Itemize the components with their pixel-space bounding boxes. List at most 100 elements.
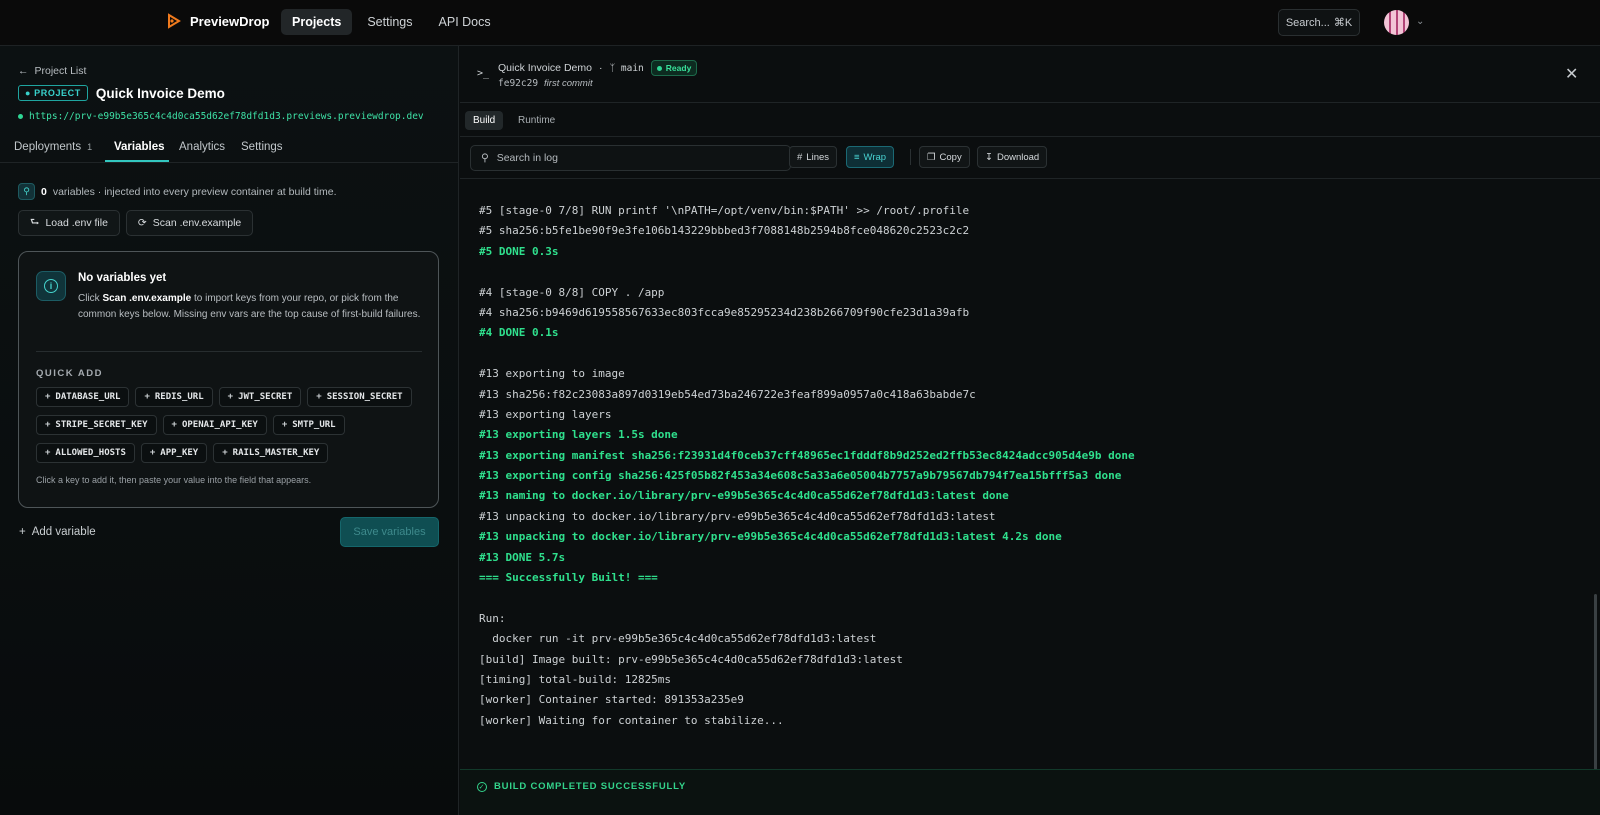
info-icon: i: [36, 271, 66, 301]
key-icon: ⚲: [18, 183, 35, 200]
plus-icon: +: [149, 448, 156, 458]
toolbar-divider: [910, 149, 911, 165]
download-button[interactable]: ↧ Download: [977, 146, 1048, 168]
plus-icon: +: [45, 420, 51, 430]
nav-projects[interactable]: Projects: [281, 9, 353, 35]
upload-icon: ⮑: [30, 216, 40, 228]
wrap-toggle[interactable]: ≡ Wrap: [846, 146, 895, 168]
scan-env-button[interactable]: ⟳ Scan .env.example: [125, 210, 254, 236]
empty-title: No variables yet: [78, 272, 167, 284]
quick-add-chips: + DATABASE_URL + REDIS_URL + JWT_SECRET + SE…: [36, 387, 426, 463]
quick-add-chip[interactable]: + APP_KEY: [140, 443, 208, 463]
project-panel: ← Project List ● PROJECT Quick Invoice D…: [0, 46, 459, 815]
quick-add-chip[interactable]: + STRIPE_SECRET_KEY: [36, 415, 157, 435]
terminal-icon: >_: [477, 68, 490, 79]
log-scrollbar[interactable]: [1594, 594, 1597, 770]
chevron-down-icon[interactable]: ⌄: [1416, 16, 1424, 27]
log-line: docker run -it prv-e99b5e365c4c4d0ca55d6…: [479, 632, 877, 646]
log-line: #5 DONE 0.3s: [479, 244, 559, 258]
variables-info: variables · injected into every preview …: [52, 185, 337, 198]
live-dot-icon: [18, 114, 23, 119]
lines-toggle[interactable]: # Lines: [789, 146, 838, 168]
quick-add-chip[interactable]: + JWT_SECRET: [218, 387, 302, 407]
log-line: Run:: [479, 611, 506, 625]
log-line: #13 unpacking to docker.io/library/prv-e…: [479, 509, 996, 523]
tab-settings[interactable]: Settings: [241, 141, 283, 153]
close-icon[interactable]: ✕: [1565, 64, 1578, 84]
search-label: Search...: [1285, 16, 1330, 29]
quick-add-hint: Click a key to add it, then paste your v…: [36, 475, 312, 485]
log-line: [build] Image built: prv-e99b5e365c4c4d0…: [479, 652, 903, 666]
branch-label: ᛉ main: [609, 62, 644, 74]
quick-add-chip[interactable]: + SESSION_SECRET: [307, 387, 412, 407]
log-line: #4 DONE 0.1s: [479, 326, 559, 340]
plus-icon: +: [227, 392, 234, 402]
log-line: #13 exporting layers: [479, 407, 612, 421]
plus-icon: +: [45, 448, 51, 458]
log-line: #13 exporting manifest sha256:f23931d4f0…: [479, 448, 1135, 462]
quick-add-chip[interactable]: + DATABASE_URL: [36, 387, 130, 407]
quick-add-chip[interactable]: + REDIS_URL: [135, 387, 213, 407]
avatar[interactable]: [1384, 10, 1409, 35]
commit-hash: fe92c29: [498, 78, 539, 89]
add-variable-button[interactable]: + Add variable: [19, 526, 96, 538]
tab-deployments[interactable]: Deployments 1: [14, 141, 92, 153]
copy-button[interactable]: ❐ Copy: [919, 146, 970, 168]
project-badge: ● PROJECT: [18, 85, 88, 101]
nav-settings[interactable]: Settings: [356, 9, 423, 35]
log-line: #5 [stage-0 7/8] RUN printf '\nPATH=/opt…: [479, 204, 970, 217]
log-line: [timing] total-build: 12825ms: [479, 672, 672, 686]
project-tabs: Deployments 1 Variables Analytics Setting…: [0, 133, 459, 163]
deployment-title-row: Quick Invoice Demo · ᛉ main Ready: [498, 60, 698, 76]
quick-add-chip[interactable]: + ALLOWED_HOSTS: [36, 443, 135, 463]
quick-add-chip[interactable]: + SMTP_URL: [272, 415, 345, 435]
load-env-button[interactable]: ⮑ Load .env file: [18, 210, 120, 236]
log-line: === Successfully Built! ===: [479, 571, 658, 585]
log-tabs: Build Runtime: [460, 103, 1600, 137]
tab-runtime[interactable]: Runtime: [510, 111, 563, 130]
git-branch-icon: ᛉ: [609, 62, 616, 74]
tab-analytics[interactable]: Analytics: [179, 141, 225, 153]
commit-message: first commit: [544, 78, 593, 89]
log-header: >_ Quick Invoice Demo · ᛉ main Ready fe9…: [460, 46, 1600, 103]
quick-add-chip[interactable]: + RAILS_MASTER_KEY: [213, 443, 329, 463]
status-badge: Ready: [650, 60, 698, 76]
log-line: #13 exporting config sha256:425f05b82f45…: [479, 469, 1122, 483]
log-line: #4 [stage-0 8/8] COPY . /app: [479, 285, 665, 299]
download-icon: ↧: [985, 151, 993, 163]
project-url: https://prv-e99b5e365c4c4d0ca55d62ef78df…: [29, 111, 424, 122]
back-label: Project List: [34, 65, 87, 77]
hash-icon: #: [797, 151, 803, 163]
quick-add-chip[interactable]: + OPENAI_API_KEY: [162, 415, 267, 435]
tab-variables[interactable]: Variables: [114, 141, 165, 153]
log-line: #4 sha256:b9469d619558567633ec803fcca9e8…: [479, 305, 970, 319]
plus-icon: +: [316, 392, 322, 402]
import-buttons: ⮑ Load .env file ⟳ Scan .env.example: [18, 210, 254, 236]
project-url-link[interactable]: https://prv-e99b5e365c4c4d0ca55d62ef78df…: [18, 111, 424, 122]
project-header: ● PROJECT Quick Invoice Demo: [18, 85, 225, 101]
global-search-button[interactable]: Search... ⌘K: [1278, 9, 1360, 36]
back-to-project-list[interactable]: ← Project List: [18, 65, 86, 77]
log-line: #13 exporting layers 1.5s done: [479, 428, 678, 442]
tab-build[interactable]: Build: [465, 111, 504, 130]
plus-icon: +: [19, 526, 26, 538]
project-title: Quick Invoice Demo: [95, 85, 225, 101]
quick-add-label: QUICK ADD: [36, 368, 103, 379]
log-line: [worker] Waiting for container to stabil…: [479, 713, 784, 727]
log-line: #13 unpacking to docker.io/library/prv-e…: [479, 530, 1062, 544]
log-search-input[interactable]: ⚲ Search in log: [470, 145, 791, 171]
plus-icon: +: [222, 448, 228, 458]
log-line: #5 sha256:b5fe1be90f9e3fe106b143229bbbed…: [479, 224, 970, 238]
nav-api-docs[interactable]: API Docs: [428, 9, 502, 35]
top-nav: PreviewDrop Projects Settings API Docs S…: [0, 0, 1600, 46]
plus-icon: +: [281, 420, 288, 430]
log-line: #13 naming to docker.io/library/prv-e99b…: [479, 489, 1009, 503]
save-variables-button[interactable]: Save variables: [340, 517, 439, 547]
plus-icon: +: [171, 420, 177, 430]
plus-icon: +: [45, 392, 51, 402]
check-circle-icon: ✓: [477, 781, 487, 792]
brand[interactable]: PreviewDrop: [166, 13, 269, 29]
